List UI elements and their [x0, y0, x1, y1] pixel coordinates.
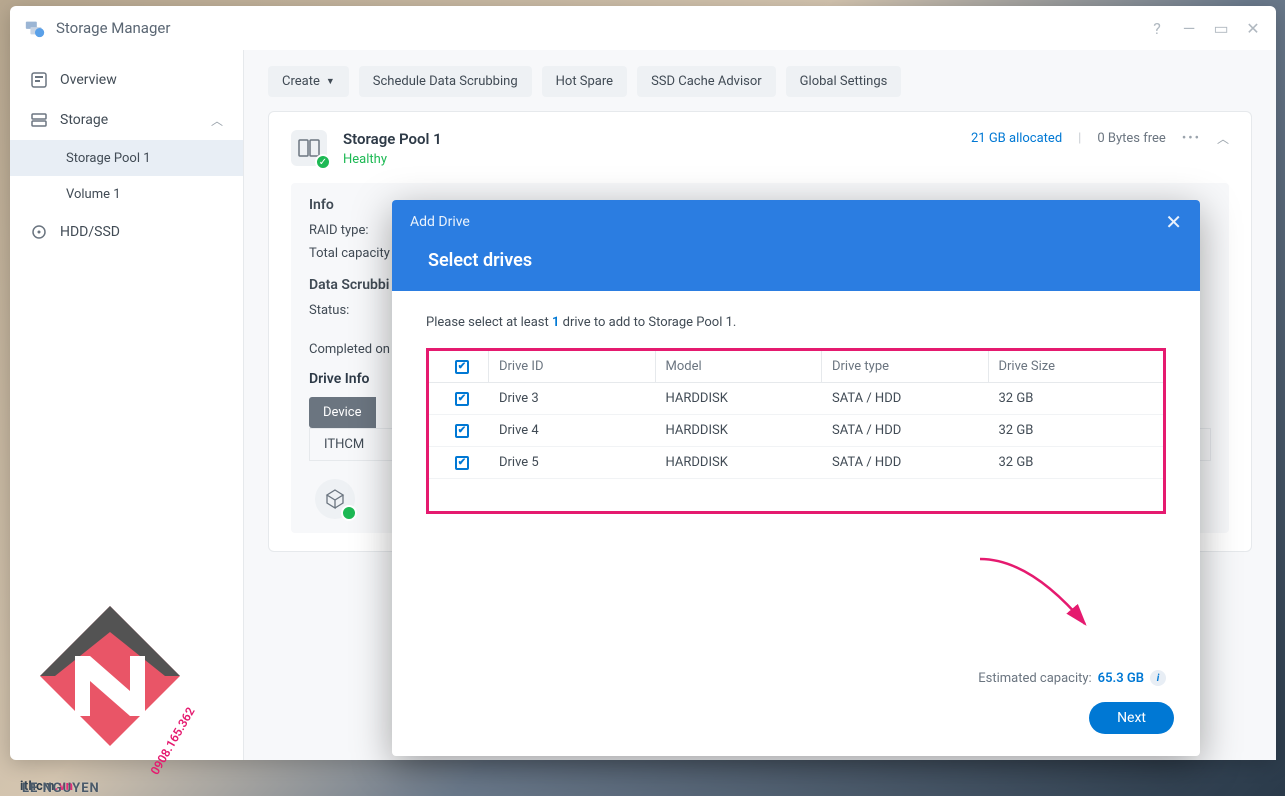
cell-model: HARDDISK: [656, 391, 823, 406]
cell-drive-id: Drive 3: [489, 391, 656, 406]
row-checkbox[interactable]: [455, 456, 469, 470]
sidebar-item-label: Storage: [60, 112, 108, 128]
sidebar-item-storage[interactable]: Storage ︿: [10, 100, 243, 140]
drive-table: Drive ID Model Drive type Drive Size Dri…: [426, 348, 1166, 514]
modal-subtitle: Select drives: [392, 244, 1200, 291]
info-icon[interactable]: i: [1150, 670, 1166, 686]
close-window-icon[interactable]: ✕: [1244, 19, 1262, 38]
collapse-icon[interactable]: ︿: [1217, 130, 1229, 147]
chevron-up-icon: ︿: [211, 112, 223, 129]
table-header: Drive ID Model Drive type Drive Size: [429, 351, 1163, 383]
check-badge-icon: [341, 505, 357, 521]
check-badge-icon: ✓: [315, 154, 331, 170]
cell-drive-id: Drive 5: [489, 455, 656, 470]
table-row[interactable]: Drive 5 HARDDISK SATA / HDD 32 GB: [429, 447, 1163, 479]
sidebar-item-volume-1[interactable]: Volume 1: [10, 176, 243, 212]
cell-model: HARDDISK: [656, 423, 823, 438]
ssd-cache-advisor-button[interactable]: SSD Cache Advisor: [637, 66, 776, 97]
table-row[interactable]: Drive 3 HARDDISK SATA / HDD 32 GB: [429, 383, 1163, 415]
sidebar-item-label: Overview: [60, 72, 117, 88]
cell-size: 32 GB: [989, 391, 1156, 406]
title-bar: Storage Manager ? — ▭ ✕: [10, 6, 1276, 50]
sidebar-item-overview[interactable]: Overview: [10, 60, 243, 100]
minimize-icon[interactable]: —: [1180, 19, 1198, 38]
modal-title: Add Drive: [410, 214, 470, 230]
toolbar: Create▼ Schedule Data Scrubbing Hot Spar…: [268, 66, 1252, 97]
sidebar-item-hdd-ssd[interactable]: HDD/SSD: [10, 212, 243, 252]
annotation-arrow: [970, 554, 1100, 634]
next-button[interactable]: Next: [1089, 702, 1174, 734]
cell-type: SATA / HDD: [822, 455, 989, 470]
sidebar: Overview Storage ︿ Storage Pool 1 Volume…: [10, 50, 244, 760]
storage-icon: [30, 111, 48, 129]
sidebar-item-label: HDD/SSD: [60, 224, 120, 240]
close-icon[interactable]: ✕: [1165, 210, 1182, 234]
cell-drive-id: Drive 4: [489, 423, 656, 438]
cell-size: 32 GB: [989, 423, 1156, 438]
select-all-checkbox[interactable]: [455, 360, 469, 374]
app-icon: [24, 17, 46, 39]
caret-down-icon: ▼: [326, 76, 335, 87]
cell-model: HARDDISK: [656, 455, 823, 470]
watermark-name: LE NGUYEN: [22, 781, 100, 796]
more-icon[interactable]: •••: [1182, 131, 1201, 146]
maximize-icon[interactable]: ▭: [1212, 19, 1230, 38]
cell-size: 32 GB: [989, 455, 1156, 470]
pool-icon: ✓: [291, 130, 327, 166]
cell-type: SATA / HDD: [822, 423, 989, 438]
sidebar-item-label: Storage Pool 1: [66, 151, 151, 166]
hot-spare-button[interactable]: Hot Spare: [542, 66, 627, 97]
sidebar-item-storage-pool-1[interactable]: Storage Pool 1: [10, 140, 243, 176]
hdd-icon: [30, 223, 48, 241]
allocated-text: 21 GB allocated: [971, 131, 1062, 146]
col-drive-id[interactable]: Drive ID: [489, 351, 656, 382]
device-tab[interactable]: Device: [309, 397, 376, 428]
overview-icon: [30, 71, 48, 89]
add-drive-modal: Add Drive ✕ Select drives Please select …: [392, 200, 1200, 756]
free-text: 0 Bytes free: [1097, 131, 1165, 146]
row-checkbox[interactable]: [455, 424, 469, 438]
create-button[interactable]: Create▼: [268, 66, 349, 97]
sidebar-item-label: Volume 1: [66, 187, 121, 202]
pool-status: Healthy: [343, 152, 442, 167]
row-checkbox[interactable]: [455, 392, 469, 406]
col-drive-size[interactable]: Drive Size: [989, 351, 1156, 382]
help-icon[interactable]: ?: [1148, 19, 1166, 38]
window-title: Storage Manager: [56, 19, 170, 37]
volume-icon: [315, 479, 355, 519]
col-drive-type[interactable]: Drive type: [822, 351, 989, 382]
schedule-scrubbing-button[interactable]: Schedule Data Scrubbing: [359, 66, 532, 97]
estimated-capacity: Estimated capacity: 65.3 GB i: [978, 670, 1166, 686]
table-row[interactable]: Drive 4 HARDDISK SATA / HDD 32 GB: [429, 415, 1163, 447]
global-settings-button[interactable]: Global Settings: [786, 66, 902, 97]
col-model[interactable]: Model: [656, 351, 823, 382]
cell-type: SATA / HDD: [822, 391, 989, 406]
select-hint: Please select at least 1 drive to add to…: [426, 315, 1166, 330]
pool-title: Storage Pool 1: [343, 130, 442, 148]
